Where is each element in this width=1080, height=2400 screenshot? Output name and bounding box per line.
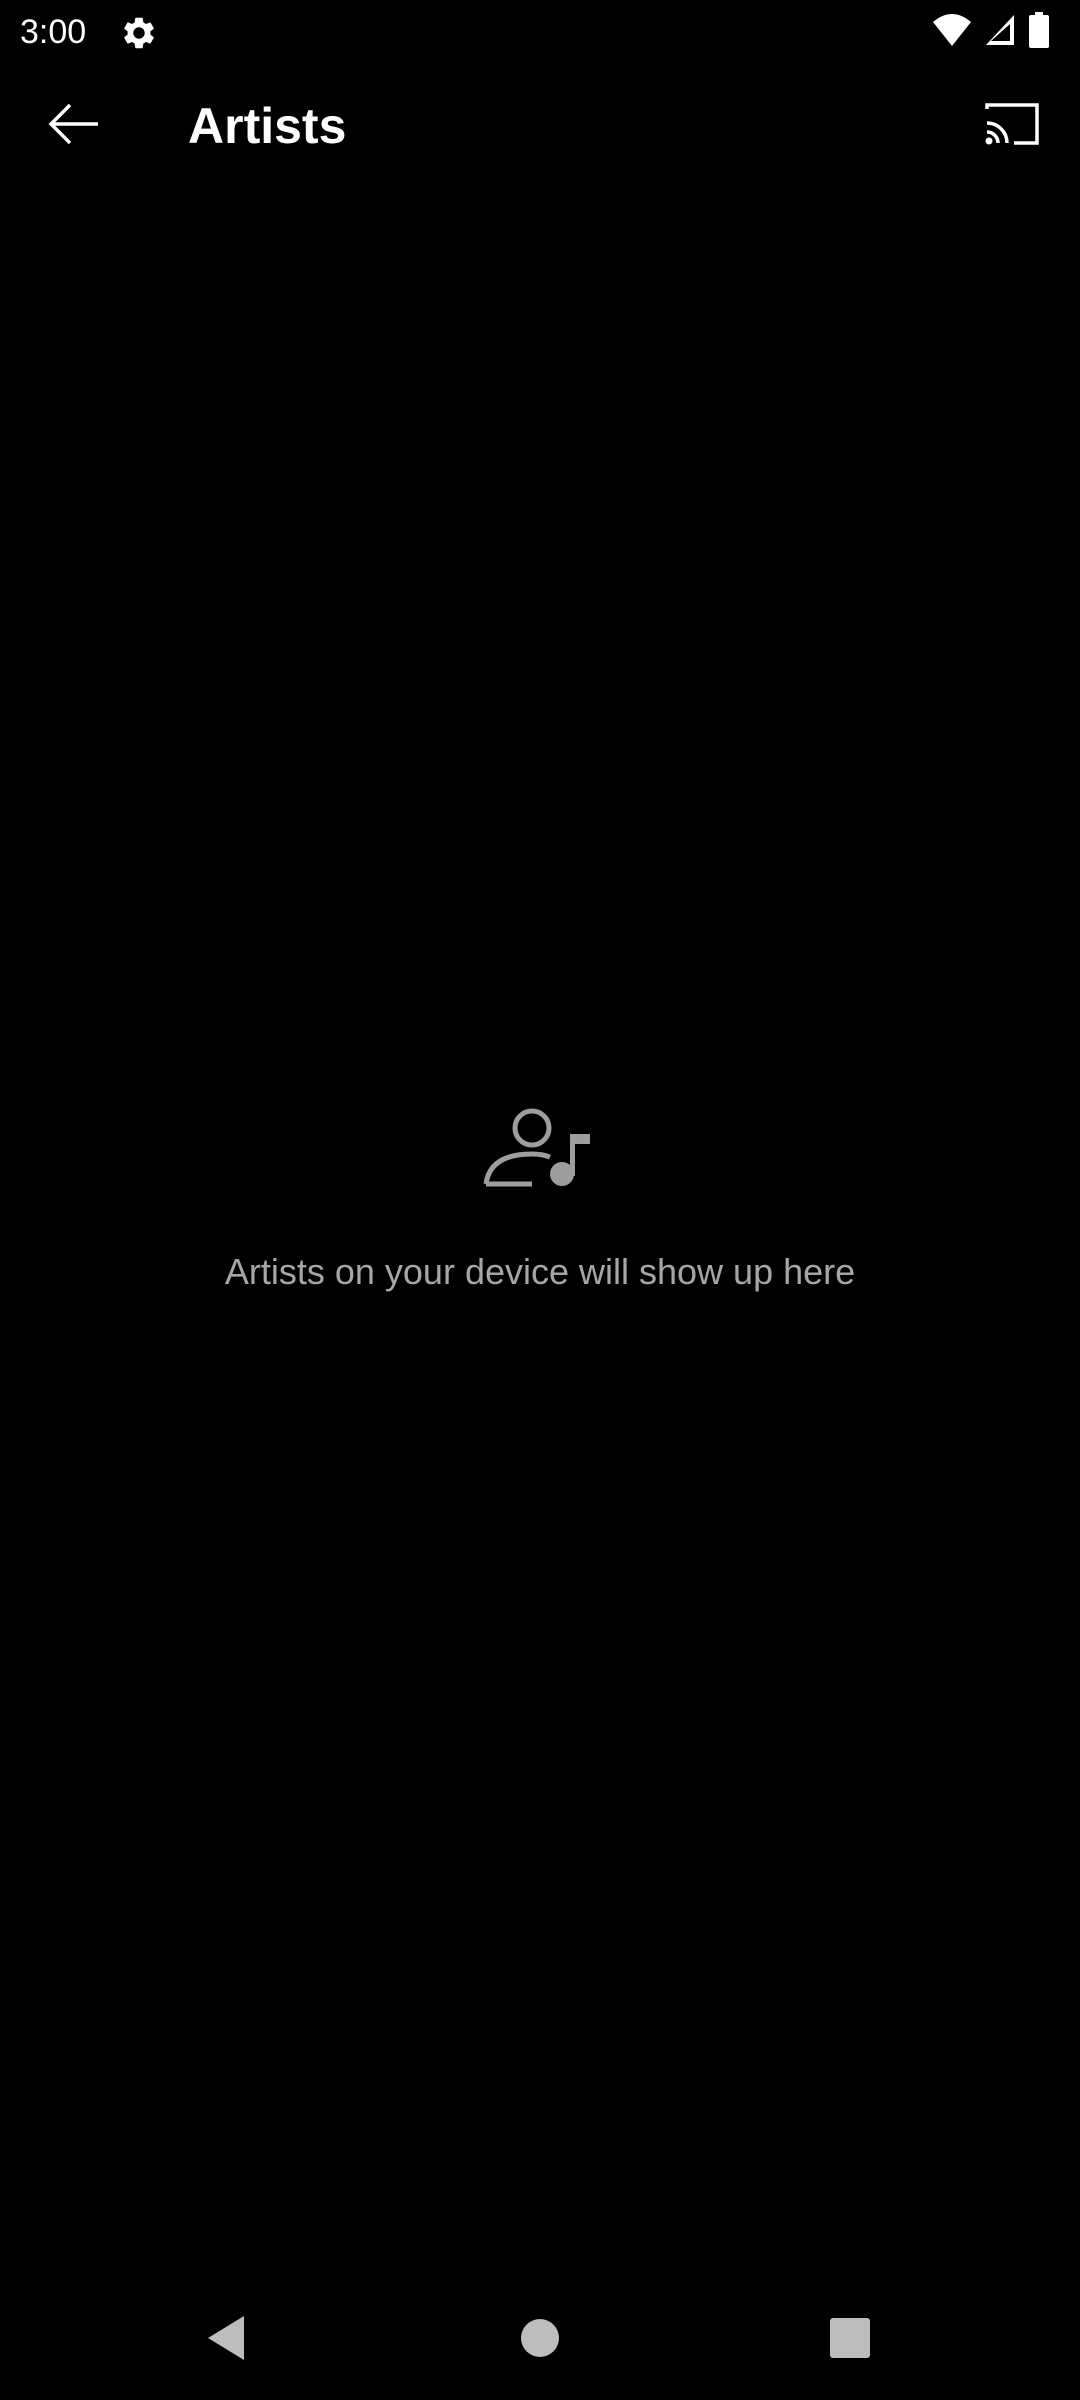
page-title: Artists bbox=[188, 98, 347, 154]
nav-home-button[interactable] bbox=[510, 2310, 570, 2370]
home-circle-icon bbox=[520, 2318, 560, 2363]
status-time: 3:00 bbox=[20, 13, 87, 51]
settings-gear-icon bbox=[120, 14, 158, 52]
wifi-icon bbox=[932, 12, 972, 53]
app-bar: Artists bbox=[0, 64, 1080, 188]
arrow-back-icon bbox=[48, 102, 100, 151]
nav-back-button[interactable] bbox=[196, 2310, 256, 2370]
empty-state: Artists on your device will show up here bbox=[0, 1100, 1080, 1294]
battery-icon bbox=[1028, 11, 1050, 53]
system-nav-bar bbox=[0, 2280, 1080, 2400]
cast-icon bbox=[984, 101, 1040, 152]
back-triangle-icon bbox=[204, 2314, 248, 2367]
recents-square-icon bbox=[829, 2317, 871, 2364]
status-bar: 3:00 bbox=[0, 0, 1080, 64]
empty-state-message: Artists on your device will show up here bbox=[224, 1251, 856, 1292]
status-indicators bbox=[932, 11, 1050, 53]
artist-music-icon bbox=[480, 1100, 600, 1200]
cellular-signal-icon bbox=[984, 13, 1016, 52]
cast-button[interactable] bbox=[974, 90, 1050, 162]
nav-recents-button[interactable] bbox=[820, 2310, 880, 2370]
back-button[interactable] bbox=[34, 94, 114, 158]
